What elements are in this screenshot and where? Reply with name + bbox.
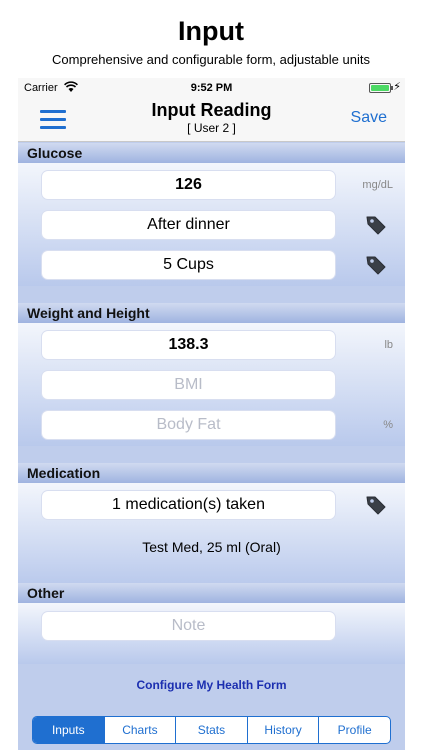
section-header-medication: Medication bbox=[18, 463, 405, 483]
food-field[interactable]: 5 Cups bbox=[42, 251, 335, 279]
tab-bar: Inputs Charts Stats History Profile bbox=[32, 716, 391, 744]
section-other: Note bbox=[18, 603, 405, 664]
note-field[interactable]: Note bbox=[42, 612, 335, 640]
user-label: [ User 2 ] bbox=[187, 121, 236, 135]
medication-field[interactable]: 1 medication(s) taken bbox=[42, 491, 335, 519]
medication-detail: Test Med, 25 ml (Oral) bbox=[142, 539, 281, 555]
promo-subtitle: Comprehensive and configurable form, adj… bbox=[52, 52, 370, 67]
tab-history[interactable]: History bbox=[248, 717, 320, 743]
section-glucose: 126 mg/dL After dinner 5 Cups bbox=[18, 163, 405, 286]
tag-icon[interactable] bbox=[364, 213, 388, 237]
tab-profile[interactable]: Profile bbox=[319, 717, 390, 743]
section-header-other: Other bbox=[18, 583, 405, 603]
promo-title: Input bbox=[178, 16, 244, 46]
battery-icon bbox=[369, 83, 393, 93]
weight-value-field[interactable]: 138.3 bbox=[42, 331, 335, 359]
section-weight-height: 138.3 lb BMI Body Fat % bbox=[18, 323, 405, 446]
tab-charts[interactable]: Charts bbox=[105, 717, 177, 743]
body-fat-field[interactable]: Body Fat bbox=[42, 411, 335, 439]
tag-icon[interactable] bbox=[364, 493, 388, 517]
navigation-bar: Input Reading [ User 2 ] Save bbox=[18, 98, 405, 142]
section-medication: 1 medication(s) taken Test Med, 25 ml (O… bbox=[18, 483, 405, 586]
page-title: Input Reading bbox=[151, 100, 272, 120]
glucose-value-field[interactable]: 126 bbox=[42, 171, 335, 199]
meal-field[interactable]: After dinner bbox=[42, 211, 335, 239]
status-bar: Carrier 9:52 PM ⚡ bbox=[18, 78, 405, 98]
phone-screen: Carrier 9:52 PM ⚡ Input Reading [ User 2… bbox=[18, 78, 405, 750]
bmi-field[interactable]: BMI bbox=[42, 371, 335, 399]
tab-stats[interactable]: Stats bbox=[176, 717, 248, 743]
glucose-unit: mg/dL bbox=[362, 179, 393, 191]
footer: Configure My Health Form Inputs Charts S… bbox=[18, 664, 405, 750]
promo-banner: Input Comprehensive and configurable for… bbox=[0, 0, 422, 78]
section-header-weight-height: Weight and Height bbox=[18, 303, 405, 323]
weight-unit: lb bbox=[384, 339, 393, 351]
save-button[interactable]: Save bbox=[351, 109, 387, 127]
body-fat-unit: % bbox=[383, 419, 393, 431]
configure-form-link[interactable]: Configure My Health Form bbox=[18, 678, 405, 692]
tag-icon[interactable] bbox=[364, 253, 388, 277]
charging-bolt-icon: ⚡ bbox=[393, 81, 401, 93]
status-time: 9:52 PM bbox=[190, 82, 233, 94]
section-header-glucose: Glucose bbox=[18, 143, 405, 163]
tab-inputs[interactable]: Inputs bbox=[33, 717, 105, 743]
